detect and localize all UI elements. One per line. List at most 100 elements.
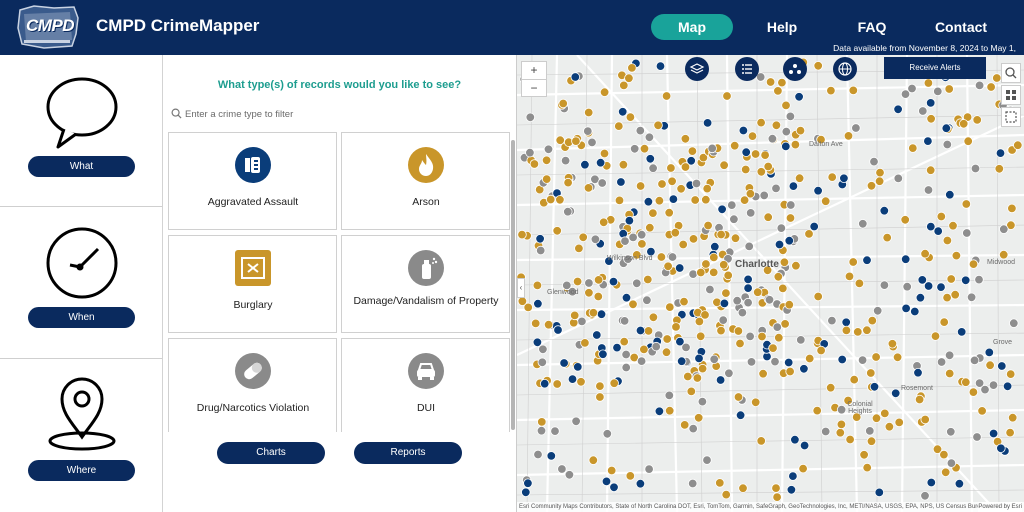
incident-marker[interactable]: [570, 72, 581, 82]
collapse-panel-button[interactable]: ‹: [517, 278, 525, 298]
incident-marker[interactable]: [763, 212, 773, 222]
incident-marker[interactable]: [705, 284, 715, 295]
incident-marker[interactable]: [786, 485, 797, 495]
nav-map[interactable]: Map: [651, 14, 733, 40]
incident-marker[interactable]: [571, 136, 581, 146]
incident-marker[interactable]: [757, 331, 767, 342]
incident-marker[interactable]: [744, 241, 754, 252]
incident-marker[interactable]: [686, 386, 697, 397]
incident-marker[interactable]: [546, 451, 557, 461]
incident-marker[interactable]: [707, 143, 717, 154]
incident-marker[interactable]: [643, 196, 654, 207]
incident-marker[interactable]: [648, 312, 659, 323]
incident-marker[interactable]: [702, 455, 712, 465]
zoom-out-button[interactable]: −: [522, 79, 546, 96]
legend-button[interactable]: [735, 57, 759, 81]
incident-marker[interactable]: [676, 356, 687, 366]
incident-marker[interactable]: [969, 355, 980, 366]
when-button[interactable]: When: [28, 307, 135, 328]
incident-marker[interactable]: [781, 126, 792, 137]
incident-marker[interactable]: [770, 356, 780, 367]
incident-marker[interactable]: [552, 379, 562, 389]
incident-marker[interactable]: [552, 226, 562, 236]
incident-marker[interactable]: [733, 326, 744, 336]
incident-marker[interactable]: [645, 222, 655, 233]
incident-marker[interactable]: [692, 373, 703, 383]
incident-marker[interactable]: [848, 85, 859, 96]
incident-marker[interactable]: [869, 382, 880, 392]
incident-marker[interactable]: [756, 167, 767, 177]
incident-marker[interactable]: [774, 333, 784, 343]
incident-marker[interactable]: [933, 86, 943, 97]
incident-marker[interactable]: [553, 325, 563, 335]
incident-marker[interactable]: [926, 221, 936, 232]
incident-marker[interactable]: [827, 315, 837, 326]
incident-marker[interactable]: [893, 104, 903, 115]
incident-marker[interactable]: [644, 464, 654, 474]
incident-marker[interactable]: [954, 479, 965, 489]
incident-marker[interactable]: [578, 232, 588, 243]
incident-marker[interactable]: [625, 471, 636, 481]
incident-marker[interactable]: [984, 347, 995, 358]
incident-marker[interactable]: [985, 360, 995, 370]
incident-marker[interactable]: [968, 259, 979, 269]
incident-marker[interactable]: [693, 413, 704, 423]
incident-marker[interactable]: [779, 257, 790, 268]
incident-marker[interactable]: [614, 121, 624, 131]
incident-marker[interactable]: [827, 172, 837, 182]
incident-marker[interactable]: [821, 196, 831, 206]
incident-marker[interactable]: [616, 177, 626, 187]
incident-marker[interactable]: [771, 483, 781, 493]
incident-marker[interactable]: [862, 462, 872, 473]
incident-marker[interactable]: [785, 111, 796, 122]
incident-marker[interactable]: [625, 112, 636, 122]
incident-marker[interactable]: [941, 467, 951, 478]
incident-marker[interactable]: [555, 195, 565, 205]
record-type-drug-narcotics[interactable]: Drug/Narcotics Violation: [168, 338, 337, 432]
incident-marker[interactable]: [995, 148, 1006, 158]
incident-marker[interactable]: [571, 416, 581, 427]
incident-marker[interactable]: [715, 478, 725, 488]
incident-marker[interactable]: [750, 397, 761, 408]
incident-marker[interactable]: [920, 491, 930, 501]
incident-marker[interactable]: [959, 119, 969, 129]
incident-marker[interactable]: [564, 470, 575, 480]
incident-marker[interactable]: [723, 270, 733, 281]
record-type-arson[interactable]: Arson: [341, 132, 510, 230]
incident-marker[interactable]: [716, 229, 726, 240]
incident-marker[interactable]: [799, 364, 809, 374]
incident-marker[interactable]: [606, 465, 617, 476]
incident-marker[interactable]: [944, 350, 955, 361]
incident-marker[interactable]: [866, 181, 877, 191]
incident-marker[interactable]: [563, 206, 573, 217]
incident-marker[interactable]: [576, 377, 586, 387]
incident-marker[interactable]: [629, 144, 640, 154]
incident-marker[interactable]: [639, 143, 650, 154]
incident-marker[interactable]: [936, 211, 947, 222]
incident-marker[interactable]: [635, 181, 646, 191]
incident-marker[interactable]: [781, 100, 791, 111]
incident-marker[interactable]: [902, 281, 912, 292]
incident-marker[interactable]: [874, 176, 885, 186]
incident-marker[interactable]: [737, 307, 748, 318]
incident-marker[interactable]: [612, 342, 622, 353]
incident-marker[interactable]: [595, 381, 605, 391]
incident-marker[interactable]: [584, 278, 594, 288]
incident-marker[interactable]: [796, 335, 806, 345]
incident-marker[interactable]: [963, 136, 973, 146]
incident-marker[interactable]: [718, 260, 729, 270]
incident-marker[interactable]: [663, 261, 673, 272]
incident-marker[interactable]: [923, 185, 934, 195]
incident-marker[interactable]: [617, 107, 628, 117]
incident-marker[interactable]: [533, 298, 543, 309]
incident-marker[interactable]: [721, 288, 731, 298]
incident-marker[interactable]: [620, 236, 630, 246]
incident-marker[interactable]: [786, 200, 796, 210]
incident-marker[interactable]: [696, 267, 706, 278]
incident-marker[interactable]: [627, 63, 637, 73]
incident-marker[interactable]: [695, 331, 706, 342]
incident-marker[interactable]: [662, 334, 672, 344]
incident-marker[interactable]: [920, 414, 930, 425]
incident-marker[interactable]: [558, 98, 568, 109]
incident-marker[interactable]: [849, 374, 859, 385]
